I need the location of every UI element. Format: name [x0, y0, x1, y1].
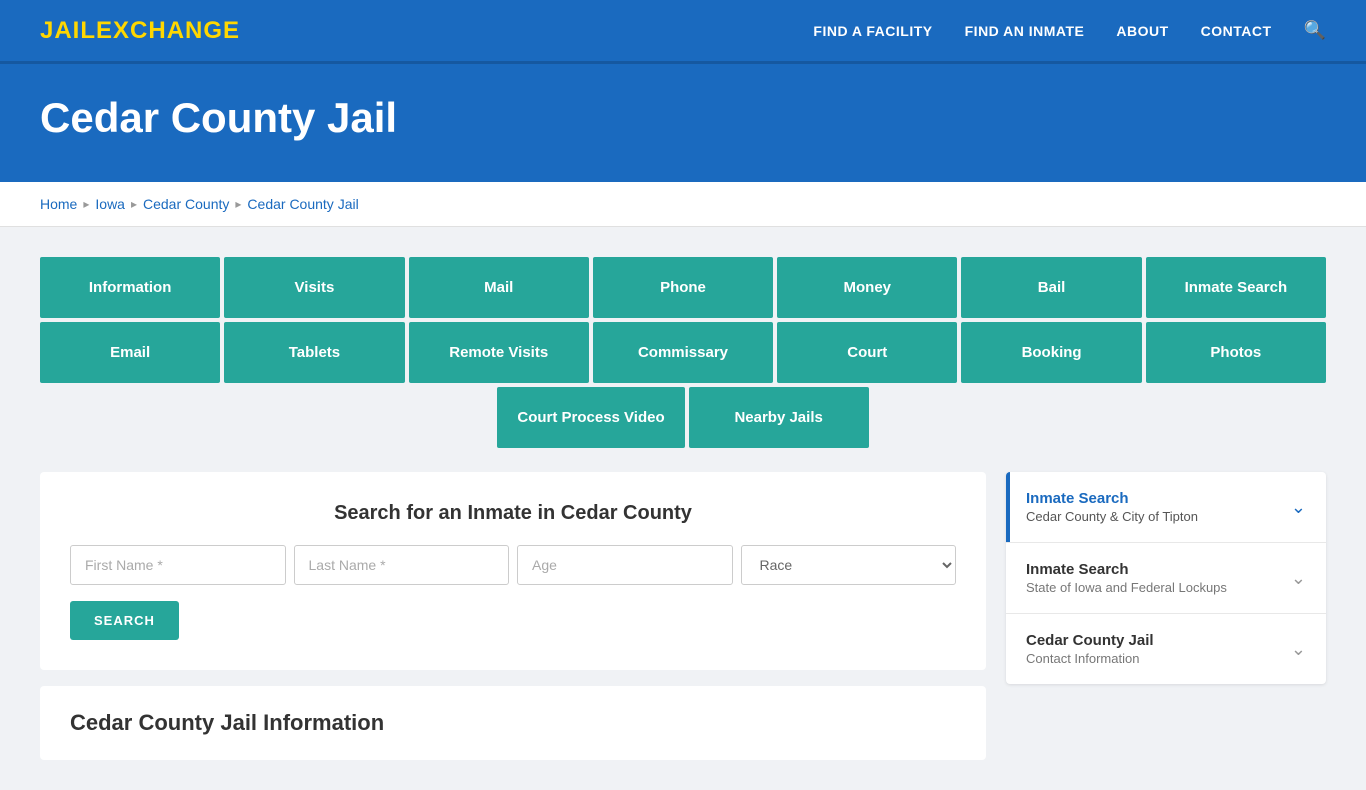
tile-inmate-search[interactable]: Inmate Search	[1146, 257, 1326, 318]
tiles-row-1: Information Visits Mail Phone Money Bail…	[40, 257, 1326, 318]
logo-jail: JAIL	[40, 17, 96, 44]
tile-court[interactable]: Court	[777, 322, 957, 383]
jail-info-title: Cedar County Jail Information	[70, 710, 956, 736]
tiles-row-2: Email Tablets Remote Visits Commissary C…	[40, 322, 1326, 383]
sidebar: Inmate Search Cedar County & City of Tip…	[1006, 472, 1326, 684]
sidebar-card: Inmate Search Cedar County & City of Tip…	[1006, 472, 1326, 684]
hero-banner: Cedar County Jail	[0, 64, 1366, 182]
content-layout: Search for an Inmate in Cedar County Rac…	[40, 472, 1326, 760]
sidebar-item-title-1: Inmate Search	[1026, 490, 1198, 507]
tile-phone[interactable]: Phone	[593, 257, 773, 318]
tile-nearby-jails[interactable]: Nearby Jails	[689, 387, 869, 448]
nav-links: FIND A FACILITY FIND AN INMATE ABOUT CON…	[813, 20, 1326, 41]
search-button[interactable]: SEARCH	[70, 601, 179, 640]
sidebar-item-subtitle-3: Contact Information	[1026, 651, 1154, 666]
last-name-input[interactable]	[294, 545, 510, 585]
breadcrumb-cedar-county[interactable]: Cedar County	[143, 196, 229, 212]
breadcrumb-sep-2: ▸	[131, 197, 137, 211]
breadcrumb-home[interactable]: Home	[40, 196, 77, 212]
tile-mail[interactable]: Mail	[409, 257, 589, 318]
first-name-input[interactable]	[70, 545, 286, 585]
breadcrumb-sep-3: ▸	[235, 197, 241, 211]
search-title: Search for an Inmate in Cedar County	[70, 502, 956, 525]
tile-tablets[interactable]: Tablets	[224, 322, 404, 383]
search-icon[interactable]: 🔍	[1304, 20, 1326, 41]
search-fields: Race White Black Hispanic Asian Other	[70, 545, 956, 585]
tiles-row-3: Court Process Video Nearby Jails	[40, 387, 1326, 448]
breadcrumb-bar: Home ▸ Iowa ▸ Cedar County ▸ Cedar Count…	[0, 182, 1366, 227]
logo-exchange: EXCHANGE	[96, 17, 240, 44]
chevron-down-icon-3: ⌄	[1291, 639, 1306, 660]
sidebar-inmate-search-cedar[interactable]: Inmate Search Cedar County & City of Tip…	[1006, 472, 1326, 543]
tile-visits[interactable]: Visits	[224, 257, 404, 318]
breadcrumb-iowa[interactable]: Iowa	[95, 196, 125, 212]
about-link[interactable]: ABOUT	[1116, 23, 1168, 39]
sidebar-item-subtitle-1: Cedar County & City of Tipton	[1026, 509, 1198, 524]
main-nav: JAILEXCHANGE FIND A FACILITY FIND AN INM…	[0, 0, 1366, 64]
tile-email[interactable]: Email	[40, 322, 220, 383]
tile-booking[interactable]: Booking	[961, 322, 1141, 383]
sidebar-item-title-2: Inmate Search	[1026, 561, 1227, 578]
tile-photos[interactable]: Photos	[1146, 322, 1326, 383]
contact-link[interactable]: CONTACT	[1201, 23, 1272, 39]
main-content: Information Visits Mail Phone Money Bail…	[0, 227, 1366, 790]
find-inmate-link[interactable]: FIND AN INMATE	[965, 23, 1085, 39]
find-facility-link[interactable]: FIND A FACILITY	[813, 23, 932, 39]
tile-bail[interactable]: Bail	[961, 257, 1141, 318]
race-select[interactable]: Race White Black Hispanic Asian Other	[741, 545, 957, 585]
jail-info-section: Cedar County Jail Information	[40, 686, 986, 760]
breadcrumb: Home ▸ Iowa ▸ Cedar County ▸ Cedar Count…	[40, 196, 1326, 212]
chevron-down-icon-2: ⌄	[1291, 568, 1306, 589]
sidebar-item-subtitle-2: State of Iowa and Federal Lockups	[1026, 580, 1227, 595]
sidebar-item-title-3: Cedar County Jail	[1026, 632, 1154, 649]
tile-remote-visits[interactable]: Remote Visits	[409, 322, 589, 383]
page-title: Cedar County Jail	[40, 94, 1326, 142]
tile-money[interactable]: Money	[777, 257, 957, 318]
tile-court-process-video[interactable]: Court Process Video	[497, 387, 684, 448]
inmate-search-box: Search for an Inmate in Cedar County Rac…	[40, 472, 986, 670]
site-logo[interactable]: JAILEXCHANGE	[40, 17, 240, 45]
chevron-down-icon-1: ⌄	[1291, 497, 1306, 518]
sidebar-inmate-search-iowa[interactable]: Inmate Search State of Iowa and Federal …	[1006, 543, 1326, 614]
age-input[interactable]	[517, 545, 733, 585]
breadcrumb-sep-1: ▸	[83, 197, 89, 211]
tile-commissary[interactable]: Commissary	[593, 322, 773, 383]
tile-information[interactable]: Information	[40, 257, 220, 318]
sidebar-contact-info[interactable]: Cedar County Jail Contact Information ⌄	[1006, 614, 1326, 684]
breadcrumb-current: Cedar County Jail	[247, 196, 358, 212]
left-column: Search for an Inmate in Cedar County Rac…	[40, 472, 986, 760]
